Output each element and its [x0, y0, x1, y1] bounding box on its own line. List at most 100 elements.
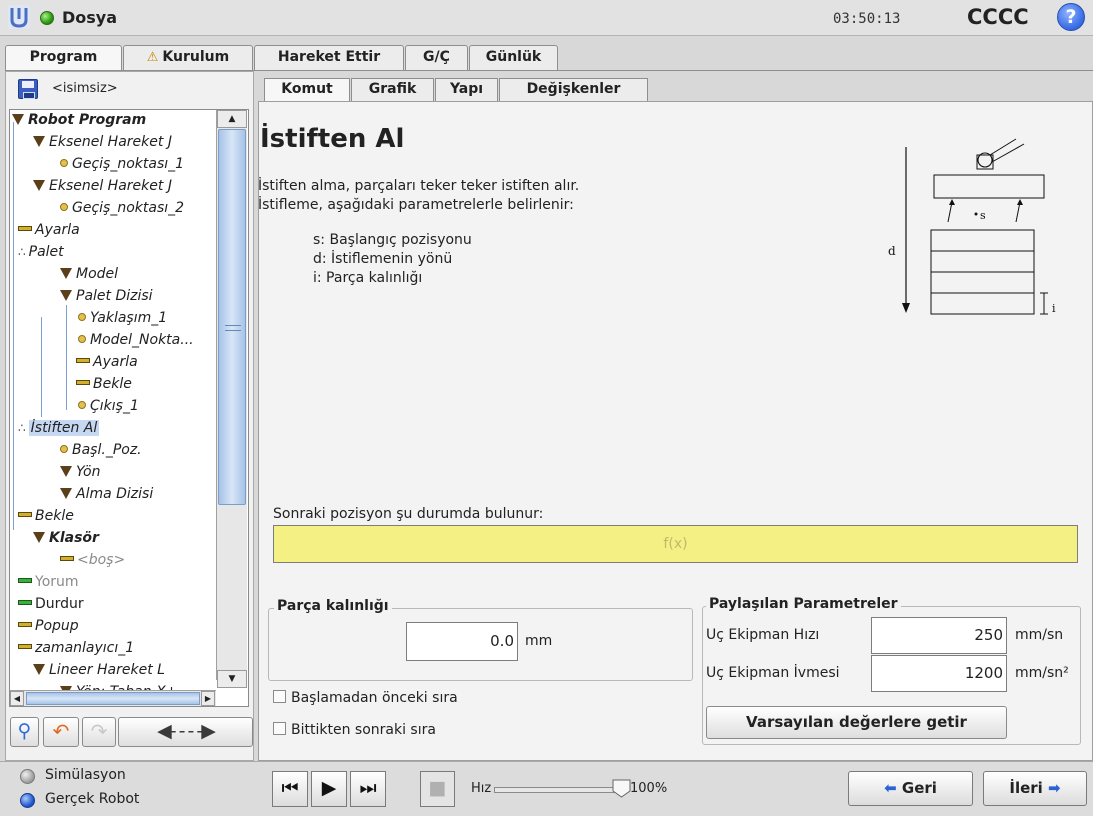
redo-button[interactable]: ↷ — [82, 717, 116, 747]
step-button[interactable]: ⏭ — [350, 771, 386, 807]
help-button[interactable]: ? — [1057, 3, 1085, 31]
tab-installation-label: Kurulum — [162, 49, 230, 65]
scroll-thumb[interactable] — [26, 692, 200, 705]
rewind-button[interactable]: ⏮ — [272, 771, 308, 807]
tree-item[interactable]: Klasör — [33, 528, 99, 549]
scroll-right-icon[interactable]: ▶ — [201, 691, 215, 706]
waypoint-icon — [78, 335, 86, 343]
real-robot-radio-icon[interactable] — [20, 793, 35, 808]
scroll-left-icon[interactable]: ◀ — [10, 691, 24, 706]
tree-item[interactable]: Geçiş_noktası_1 — [60, 154, 184, 175]
tab-program[interactable]: Program — [5, 45, 122, 71]
speed-slider-thumb[interactable] — [612, 779, 631, 798]
empty-icon — [60, 556, 74, 561]
destack-diagram: d s i — [888, 138, 1056, 315]
tool-speed-label: Uç Ekipman Hızı — [706, 627, 820, 643]
diagram-label-i: i — [1052, 302, 1056, 315]
scroll-thumb[interactable] — [218, 129, 246, 505]
movel-icon — [33, 664, 45, 675]
tree-item[interactable]: <boş> — [60, 550, 125, 571]
reset-defaults-button[interactable]: Varsayılan değerlere getir — [706, 706, 1007, 739]
tree-item[interactable]: Lineer Hareket L — [33, 660, 165, 681]
real-robot-label[interactable]: Gerçek Robot — [45, 791, 139, 807]
tree-horizontal-scrollbar[interactable]: ◀ ▶ — [10, 690, 216, 706]
move-node-button[interactable]: ◀- - - -▶ — [118, 717, 253, 747]
comment-icon — [18, 578, 32, 583]
tree-item[interactable]: Eksenel Hareket J — [33, 176, 172, 197]
speed-slider[interactable] — [494, 787, 621, 793]
diagram-label-d: d — [888, 244, 896, 258]
tree-item-selected[interactable]: ∴ İstiften Al — [18, 418, 100, 439]
redo-icon: ↷ — [90, 719, 108, 743]
save-icon[interactable] — [18, 79, 38, 99]
file-menu[interactable]: Dosya — [62, 8, 117, 27]
tree-connector — [13, 122, 14, 530]
tree-item[interactable]: ∴ Palet — [18, 242, 64, 263]
tree-item[interactable]: Yaklaşım_1 — [78, 308, 167, 329]
back-button[interactable]: ⬅ Geri — [848, 771, 973, 806]
tree-item[interactable]: Model — [60, 264, 118, 285]
thickness-unit: mm — [525, 633, 553, 649]
warning-icon: ⚠ — [146, 50, 159, 65]
tab-command[interactable]: Komut — [264, 78, 350, 102]
tree-item[interactable]: Ayarla — [18, 220, 80, 241]
tree-item[interactable]: Yön — [60, 462, 100, 483]
search-icon: ⚲ — [17, 720, 32, 742]
simulation-label[interactable]: Simülasyon — [45, 767, 126, 783]
tree-item[interactable]: Başl._Poz. — [60, 440, 142, 461]
tab-variables[interactable]: Değişkenler — [499, 78, 648, 101]
program-tree[interactable]: Robot Program Eksenel Hareket J Geçiş_no… — [9, 109, 249, 707]
tree-item[interactable]: Eksenel Hareket J — [33, 132, 172, 153]
play-button[interactable]: ▶ — [311, 771, 347, 807]
undo-button[interactable]: ↶ — [43, 717, 79, 747]
end-sequence-label: Bittikten sonraki sıra — [291, 722, 436, 738]
tree-item[interactable]: zamanlayıcı_1 — [18, 638, 134, 659]
scroll-up-icon[interactable]: ▲ — [217, 110, 247, 128]
end-sequence-checkbox[interactable]: Bittikten sonraki sıra — [273, 722, 436, 738]
tree-item[interactable]: Ayarla — [76, 352, 138, 373]
speed-value: 100% — [630, 781, 668, 796]
tab-structure[interactable]: Yapı — [435, 78, 498, 101]
status-indicator-icon — [40, 11, 54, 25]
waypoint-icon — [60, 445, 68, 453]
tool-acceleration-input[interactable]: 1200 — [871, 655, 1007, 692]
tab-io[interactable]: G/Ç — [405, 45, 468, 70]
set-icon — [18, 226, 32, 231]
simulation-radio-icon[interactable] — [20, 769, 35, 784]
tree-item[interactable]: Durdur — [18, 594, 84, 615]
tool-speed-input[interactable]: 250 — [871, 617, 1007, 654]
search-button[interactable]: ⚲ — [10, 717, 39, 747]
tab-log[interactable]: Günlük — [469, 45, 558, 70]
tree-item[interactable]: Palet Dizisi — [60, 286, 153, 307]
tree-item[interactable]: Bekle — [18, 506, 74, 527]
tree-item[interactable]: Model_Nokta... — [78, 330, 194, 351]
top-bar: Dosya 03:50:13 CCCC ? — [0, 0, 1093, 36]
expression-field[interactable]: f(x) — [273, 525, 1078, 563]
tab-graphics[interactable]: Grafik — [351, 78, 434, 101]
folder-icon — [12, 114, 24, 125]
tree-item[interactable]: Çıkış_1 — [78, 396, 139, 417]
description-line: İstifleme, aşağıdaki parametrelerle beli… — [258, 197, 574, 213]
scroll-down-icon[interactable]: ▼ — [217, 670, 247, 688]
checkbox-icon — [273, 722, 286, 735]
next-position-label: Sonraki pozisyon şu durumda bulunur: — [273, 506, 544, 522]
robot-name: CCCC — [967, 5, 1029, 29]
movej-icon — [33, 136, 45, 147]
param-start-position: s: Başlangıç pozisyonu — [313, 232, 472, 248]
next-label: İleri — [1009, 779, 1043, 797]
next-button[interactable]: İleri ➡ — [983, 771, 1087, 806]
tree-item[interactable]: Geçiş_noktası_2 — [60, 198, 184, 219]
tree-item[interactable]: Yorum — [18, 572, 79, 593]
tab-installation[interactable]: ⚠ Kurulum — [123, 45, 253, 70]
stop-button[interactable]: ■ — [420, 771, 455, 807]
tree-item[interactable]: Popup — [18, 616, 79, 637]
tree-connector — [66, 305, 67, 410]
thickness-input[interactable]: 0.0 — [406, 622, 518, 661]
tree-vertical-scrollbar[interactable]: ▲ ▼ — [216, 110, 247, 688]
tab-move[interactable]: Hareket Ettir — [254, 45, 404, 70]
back-label: Geri — [901, 779, 937, 797]
tree-item[interactable]: Bekle — [76, 374, 132, 395]
tree-item[interactable]: Alma Dizisi — [60, 484, 153, 505]
tree-item[interactable]: Robot Program — [12, 110, 146, 131]
start-sequence-checkbox[interactable]: Başlamadan önceki sıra — [273, 690, 458, 706]
